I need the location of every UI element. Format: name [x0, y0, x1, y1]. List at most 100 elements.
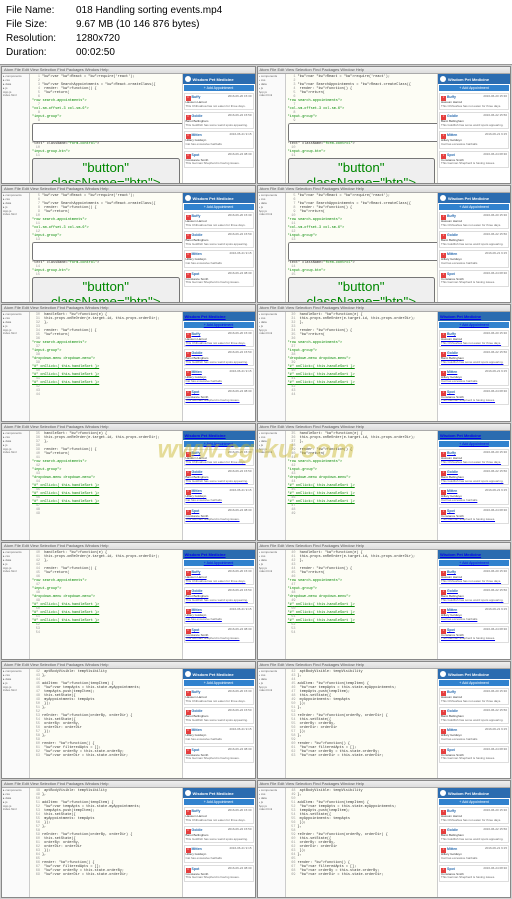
add-appointment-button[interactable]: + Add Appointment: [439, 441, 509, 447]
file-tree[interactable]: ▸ components▸ css▸ data▸ js App.js index…: [258, 669, 286, 778]
menubar[interactable]: Atom File Edit View Selection Find Packa…: [258, 305, 511, 312]
appointment-card[interactable]: ×Goldie2016-06-22 15:50Barot BellinghamT…: [184, 231, 254, 248]
code-editor[interactable]: 42 aptBodyVisible: tempVisibility43},444…: [30, 669, 183, 778]
appointment-card[interactable]: ×Buffy2016-06-20 15:30Hassum HarrodThis …: [184, 93, 254, 110]
menubar[interactable]: Atom File Edit View Selection Find Packa…: [2, 305, 255, 312]
tree-item[interactable]: index.html: [259, 213, 284, 217]
appointment-card[interactable]: ×Goldie2016-06-22 15:50Barot BellinghamT…: [439, 587, 509, 604]
code-editor[interactable]: 40 handleSort: "kw">function(e) {41 this…: [30, 550, 183, 659]
appointment-card[interactable]: ×Goldie2016-06-22 15:50Barot BellinghamT…: [439, 349, 509, 366]
menubar[interactable]: Atom File Edit View Selection Find Packa…: [258, 424, 511, 431]
appointment-card[interactable]: ×Mitten2016-06-21 9:15Hillary GoldwynCat…: [439, 250, 509, 267]
code-editor[interactable]: 1"kw">var "kw">React = "kw">require('rea…: [286, 74, 439, 183]
appointment-card[interactable]: ×Mitten2016-06-21 9:15Hillary GoldwynCat…: [439, 487, 509, 504]
menubar[interactable]: Atom File Edit View Selection Find Packa…: [258, 67, 511, 74]
video-thumbnail[interactable]: Atom File Edit View Selection Find Packa…: [257, 542, 512, 660]
video-thumbnail[interactable]: Atom File Edit View Selection Find Packa…: [1, 66, 256, 184]
appointment-card[interactable]: ×Buffy2016-06-20 15:30Hassum HarrodThis …: [439, 93, 509, 110]
appointment-card[interactable]: ×Buffy2016-06-20 15:30Hassum HarrodThis …: [184, 807, 254, 824]
appointment-card[interactable]: ×Spot2016-06-24 08:30Constance SmithThis…: [439, 388, 509, 405]
appointment-card[interactable]: ×Mitten2016-06-21 9:15Hillary GoldwynCat…: [439, 726, 509, 743]
tree-item[interactable]: index.html: [3, 213, 28, 217]
add-appointment-button[interactable]: + Add Appointment: [439, 322, 509, 328]
menubar[interactable]: Atom File Edit View Selection Find Packa…: [2, 424, 255, 431]
add-appointment-button[interactable]: + Add Appointment: [439, 204, 509, 210]
file-tree[interactable]: ▸ components▸ css▸ data▸ js App.js index…: [2, 193, 30, 302]
code-editor[interactable]: 1"kw">var "kw">React = "kw">require('rea…: [30, 74, 183, 183]
add-appointment-button[interactable]: + Add Appointment: [439, 560, 509, 566]
file-tree[interactable]: ▸ components▸ css▸ data▸ js App.js index…: [258, 74, 286, 183]
menubar[interactable]: Atom File Edit View Selection Find Packa…: [2, 543, 255, 550]
appointment-card[interactable]: ×Goldie2016-06-22 15:50Barot BellinghamT…: [184, 349, 254, 366]
code-editor[interactable]: 5"kw">var "kw">React = "kw">require('rea…: [286, 193, 439, 302]
appointment-card[interactable]: ×Spot2016-06-24 08:30Constance SmithThis…: [184, 626, 254, 643]
file-tree[interactable]: ▸ components▸ css▸ data▸ js App.js index…: [2, 669, 30, 778]
appointment-card[interactable]: ×Goldie2016-06-22 15:50Barot BellinghamT…: [439, 231, 509, 248]
video-thumbnail[interactable]: Atom File Edit View Selection Find Packa…: [1, 780, 256, 898]
appointment-card[interactable]: ×Goldie2016-06-22 15:50Barot BellinghamT…: [184, 826, 254, 843]
file-tree[interactable]: ▸ components▸ css▸ data▸ js App.js index…: [258, 312, 286, 421]
tree-item[interactable]: index.html: [3, 689, 28, 693]
file-tree[interactable]: ▸ components▸ css▸ data▸ js App.js index…: [2, 550, 30, 659]
file-tree[interactable]: ▸ components▸ css▸ data▸ js App.js index…: [2, 74, 30, 183]
appointment-card[interactable]: ×Goldie2016-06-22 15:50Barot BellinghamT…: [439, 826, 509, 843]
appointment-card[interactable]: ×Goldie2016-06-22 15:50Barot BellinghamT…: [184, 707, 254, 724]
menubar[interactable]: Atom File Edit View Selection Find Packa…: [2, 186, 255, 193]
appointment-card[interactable]: ×Buffy2016-06-20 15:30Hassum HarrodThis …: [439, 449, 509, 466]
appointment-card[interactable]: ×Goldie2016-06-22 15:50Barot BellinghamT…: [439, 707, 509, 724]
menubar[interactable]: Atom File Edit View Selection Find Packa…: [258, 186, 511, 193]
tree-item[interactable]: index.html: [3, 808, 28, 812]
appointment-card[interactable]: ×Buffy2016-06-20 15:30Hassum HarrodThis …: [184, 212, 254, 229]
appointment-card[interactable]: ×Goldie2016-06-22 15:50Barot BellinghamT…: [184, 468, 254, 485]
menubar[interactable]: Atom File Edit View Selection Find Packa…: [258, 662, 511, 669]
file-tree[interactable]: ▸ components▸ css▸ data▸ js App.js index…: [258, 431, 286, 540]
appointment-card[interactable]: ×Buffy2016-06-20 15:30Hassum HarrodThis …: [439, 330, 509, 347]
appointment-card[interactable]: ×Goldie2016-06-22 15:50Barot BellinghamT…: [439, 112, 509, 129]
appointment-card[interactable]: ×Spot2016-06-24 08:30Constance SmithThis…: [184, 865, 254, 882]
appointment-card[interactable]: ×Spot2016-06-24 08:30Constance SmithThis…: [439, 865, 509, 882]
appointment-card[interactable]: ×Spot2016-06-24 08:30Constance SmithThis…: [439, 151, 509, 168]
tree-item[interactable]: index.html: [259, 689, 284, 693]
tree-item[interactable]: index.html: [259, 451, 284, 455]
tree-item[interactable]: index.html: [3, 451, 28, 455]
tree-item[interactable]: index.html: [3, 94, 28, 98]
appointment-card[interactable]: ×Buffy2016-06-20 15:30Hassum HarrodThis …: [439, 212, 509, 229]
tree-item[interactable]: index.html: [259, 332, 284, 336]
tree-item[interactable]: index.html: [259, 570, 284, 574]
appointment-card[interactable]: ×Spot2016-06-24 08:30Constance SmithThis…: [439, 626, 509, 643]
add-appointment-button[interactable]: + Add Appointment: [184, 799, 254, 805]
video-thumbnail[interactable]: Atom File Edit View Selection Find Packa…: [257, 66, 512, 184]
file-tree[interactable]: ▸ components▸ css▸ data▸ js App.js index…: [258, 550, 286, 659]
file-tree[interactable]: ▸ components▸ css▸ data▸ js App.js index…: [2, 431, 30, 540]
appointment-card[interactable]: ×Buffy2016-06-20 15:30Hassum HarrodThis …: [439, 688, 509, 705]
tree-item[interactable]: index.html: [259, 94, 284, 98]
add-appointment-button[interactable]: + Add Appointment: [184, 85, 254, 91]
appointment-card[interactable]: ×Mitten2016-06-21 9:15Hillary GoldwynCat…: [439, 845, 509, 862]
appointment-card[interactable]: ×Goldie2016-06-22 15:50Barot BellinghamT…: [184, 587, 254, 604]
file-tree[interactable]: ▸ components▸ css▸ data▸ js App.js index…: [2, 312, 30, 421]
appointment-card[interactable]: ×Mitten2016-06-21 9:15Hillary GoldwynCat…: [184, 368, 254, 385]
add-appointment-button[interactable]: + Add Appointment: [184, 680, 254, 686]
tree-item[interactable]: index.html: [259, 808, 284, 812]
code-editor[interactable]: 35 handleSort: "kw">function(e) {36 this…: [30, 431, 183, 540]
video-thumbnail[interactable]: Atom File Edit View Selection Find Packa…: [1, 542, 256, 660]
appointment-card[interactable]: ×Goldie2016-06-22 15:50Barot BellinghamT…: [184, 112, 254, 129]
add-appointment-button[interactable]: + Add Appointment: [439, 85, 509, 91]
appointment-card[interactable]: ×Spot2016-06-24 08:30Constance SmithThis…: [439, 746, 509, 763]
video-thumbnail[interactable]: Atom File Edit View Selection Find Packa…: [257, 661, 512, 779]
video-thumbnail[interactable]: Atom File Edit View Selection Find Packa…: [1, 185, 256, 303]
appointment-card[interactable]: ×Mitten2016-06-21 9:15Hillary GoldwynCat…: [184, 845, 254, 862]
file-tree[interactable]: ▸ components▸ css▸ data▸ js App.js index…: [2, 788, 30, 897]
code-editor[interactable]: 48 aptBodyVisible: tempVisibility49},505…: [286, 788, 439, 897]
appointment-card[interactable]: ×Spot2016-06-24 08:30Constance SmithThis…: [184, 507, 254, 524]
appointment-card[interactable]: ×Spot2016-06-24 08:30Constance SmithThis…: [439, 507, 509, 524]
code-editor[interactable]: 40 handleSort: "kw">function(e) {41 this…: [286, 550, 439, 659]
tree-item[interactable]: index.html: [3, 332, 28, 336]
video-thumbnail[interactable]: Atom File Edit View Selection Find Packa…: [257, 185, 512, 303]
add-appointment-button[interactable]: + Add Appointment: [184, 322, 254, 328]
appointment-card[interactable]: ×Goldie2016-06-22 15:50Barot BellinghamT…: [439, 468, 509, 485]
add-appointment-button[interactable]: + Add Appointment: [439, 799, 509, 805]
menubar[interactable]: Atom File Edit View Selection Find Packa…: [2, 781, 255, 788]
appointment-card[interactable]: ×Mitten2016-06-21 9:15Hillary GoldwynCat…: [184, 726, 254, 743]
appointment-card[interactable]: ×Buffy2016-06-20 15:30Hassum HarrodThis …: [184, 449, 254, 466]
